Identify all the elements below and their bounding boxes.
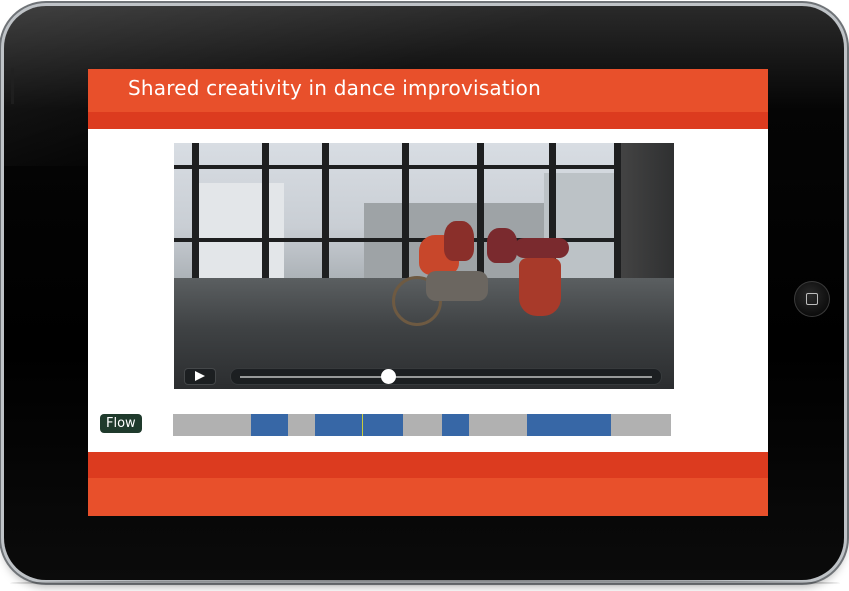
flow-segment (314, 414, 404, 436)
video-frame-dancer (426, 271, 488, 301)
video-player[interactable] (174, 143, 674, 389)
slide-header: Shared creativity in dance improvisation (88, 69, 768, 112)
flow-timeline (173, 414, 671, 436)
flow-playhead (362, 414, 364, 436)
slide-title: Shared creativity in dance improvisation (128, 76, 541, 100)
home-button[interactable] (794, 281, 830, 317)
flow-segment (441, 414, 469, 436)
footer-accent-strip (88, 452, 768, 478)
video-frame-dancer (444, 221, 474, 261)
flow-segment (526, 414, 612, 436)
video-frame-window-bar (477, 143, 484, 283)
video-frame-window-bar (614, 143, 621, 283)
device-shadow (10, 580, 840, 586)
video-frame-wall (619, 143, 674, 293)
video-frame-window-bar (322, 143, 329, 283)
home-square-icon (806, 293, 818, 305)
video-frame-dancer (514, 238, 569, 258)
slide-footer (88, 478, 768, 516)
scrubber-track (240, 376, 652, 378)
flow-segment (250, 414, 288, 436)
scrubber-thumb[interactable] (381, 369, 397, 384)
video-controls (174, 365, 674, 389)
play-icon (195, 371, 205, 381)
header-accent-strip (88, 112, 768, 129)
device-side-slot (11, 68, 14, 104)
flow-label: Flow (100, 414, 142, 433)
video-frame-dancer (519, 258, 561, 316)
video-frame-window-bar (192, 143, 199, 283)
play-button[interactable] (184, 368, 216, 385)
video-frame-window-bar (402, 143, 409, 283)
video-frame-dancer (487, 228, 517, 263)
video-frame-window-bar (262, 143, 269, 283)
video-scrubber[interactable] (230, 368, 662, 385)
slide-screen: Shared creativity in dance improvisation (88, 69, 768, 516)
video-frame-building (194, 183, 284, 278)
